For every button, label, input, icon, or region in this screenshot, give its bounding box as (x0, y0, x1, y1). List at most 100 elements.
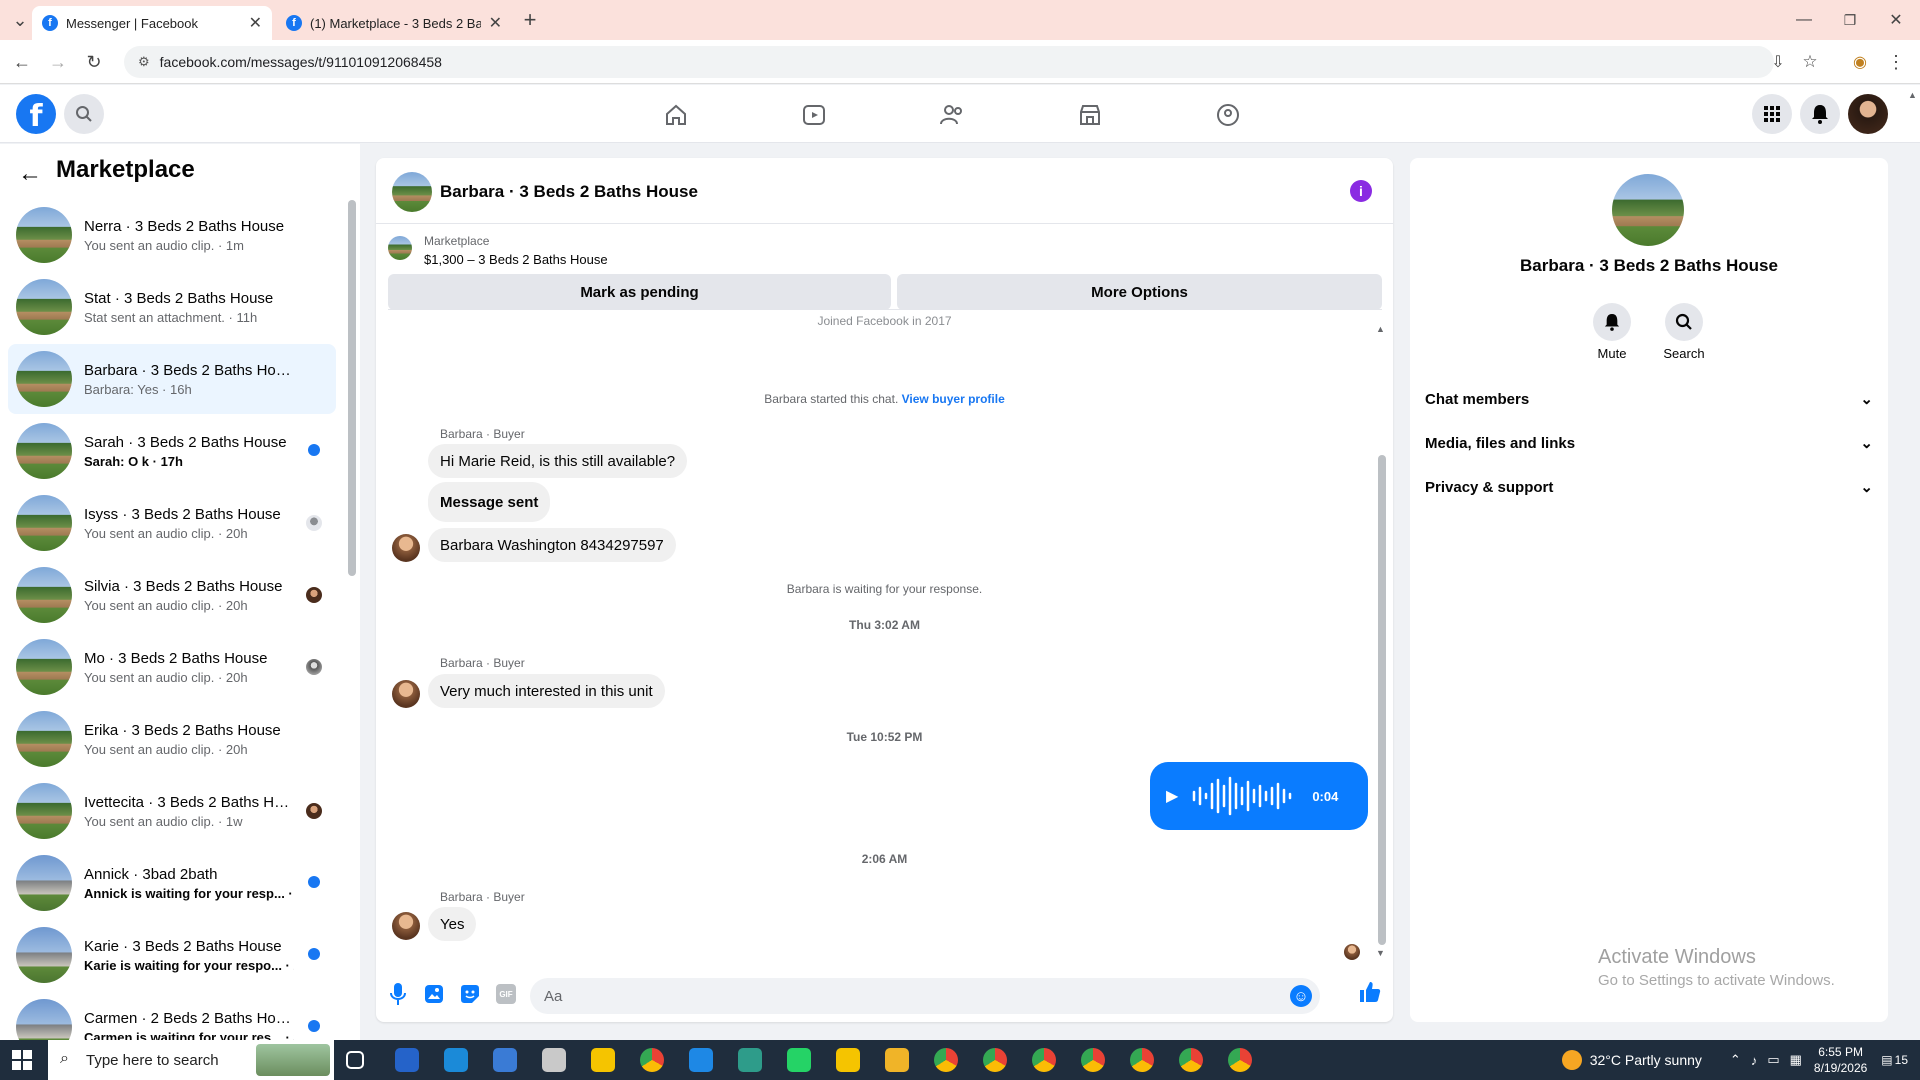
mute-label[interactable]: Mute (1582, 346, 1642, 361)
battery-icon[interactable]: ▭ (1767, 1052, 1779, 1068)
chrome-icon[interactable] (1228, 1048, 1252, 1072)
emoji-icon[interactable]: ☺ (1290, 985, 1312, 1007)
browser-menu-icon[interactable]: ⋮ (1884, 50, 1908, 74)
mark-as-pending-button[interactable]: Mark as pending (388, 274, 891, 310)
close-tab-icon[interactable]: ✕ (489, 13, 502, 33)
search-icon[interactable] (64, 94, 104, 134)
friends-icon[interactable] (922, 100, 982, 130)
chrome-icon[interactable] (983, 1048, 1007, 1072)
whatsapp-icon[interactable] (787, 1048, 811, 1072)
task-view-icon[interactable] (346, 1051, 364, 1069)
taskbar-search-box[interactable]: ⌕ Type here to search (48, 1040, 334, 1080)
media-files-links-section[interactable]: Media, files and links ⌄ (1425, 434, 1873, 453)
privacy-support-section[interactable]: Privacy & support ⌄ (1425, 478, 1873, 497)
conversation-item[interactable]: Nerra · 3 Beds 2 Baths House You sent an … (8, 200, 336, 270)
message-bubble[interactable]: Very much interested in this unit (428, 674, 665, 708)
bookmark-star-icon[interactable]: ☆ (1798, 50, 1822, 74)
address-bar[interactable]: ⚙ facebook.com/messages/t/91101091206845… (124, 46, 1774, 78)
close-window-button[interactable]: ✕ (1884, 8, 1908, 32)
marketplace-icon[interactable] (1060, 100, 1120, 130)
view-buyer-profile-link[interactable]: View buyer profile (902, 392, 1005, 406)
app-icon[interactable] (836, 1048, 860, 1072)
listing-thumbnail[interactable] (392, 172, 432, 212)
conversation-item[interactable]: Silvia · 3 Beds 2 Baths House You sent an… (8, 560, 336, 630)
message-bubble[interactable]: Yes (428, 907, 477, 941)
speaker-icon[interactable]: ♪ (1751, 1053, 1758, 1068)
weather-icon[interactable] (1561, 1050, 1582, 1070)
forward-arrow-icon[interactable]: → (46, 50, 70, 74)
conversation-photo[interactable] (1612, 174, 1684, 246)
search-label[interactable]: Search (1654, 346, 1714, 361)
chrome-icon[interactable] (934, 1048, 958, 1072)
conversation-item[interactable]: Stat · 3 Beds 2 Baths House Stat sent an … (8, 272, 336, 342)
chrome-icon[interactable] (640, 1048, 664, 1072)
conversation-item[interactable]: Ivettecita · 3 Beds 2 Baths Ho... You sen… (8, 776, 336, 846)
site-info-icon[interactable]: ⚙ (138, 54, 150, 70)
tab-list-dropdown-icon[interactable]: ⌄ (8, 8, 32, 32)
chrome-icon[interactable] (1081, 1048, 1105, 1072)
chrome-icon[interactable] (1179, 1048, 1203, 1072)
clock[interactable]: 6:55 PM 8/19/2026 (1814, 1044, 1867, 1076)
notifications-bell-icon[interactable] (1800, 94, 1840, 134)
conversation-item[interactable]: Karie · 3 Beds 2 Baths House Karie is wai… (8, 920, 336, 990)
back-arrow-icon[interactable]: ← (10, 50, 34, 74)
outlook-icon[interactable] (395, 1048, 419, 1072)
page-scroll-up-icon[interactable]: ▲ (1908, 90, 1917, 100)
conversation-item[interactable]: Barbara · 3 Beds 2 Baths House Barbara: Y… (8, 344, 336, 414)
edge-icon[interactable] (444, 1048, 468, 1072)
photo-icon[interactable] (424, 984, 444, 1009)
app-icon[interactable] (689, 1048, 713, 1072)
chrome-icon[interactable] (1032, 1048, 1056, 1072)
chat-scrollbar-thumb[interactable] (1378, 455, 1386, 945)
left-scrollbar-thumb[interactable] (348, 200, 356, 576)
scroll-up-arrow-icon[interactable]: ▲ (1376, 324, 1385, 334)
app-icon[interactable] (738, 1048, 762, 1072)
conversation-item[interactable]: Sarah · 3 Beds 2 Baths House Sarah: O k ·… (8, 416, 336, 486)
more-options-button[interactable]: More Options (897, 274, 1382, 310)
weather-text[interactable]: 32°C Partly sunny (1590, 1052, 1702, 1068)
conversation-item[interactable]: Erika · 3 Beds 2 Baths House You sent an … (8, 704, 336, 774)
conversation-item[interactable]: Isyss · 3 Beds 2 Baths House You sent an … (8, 488, 336, 558)
groups-icon[interactable] (1198, 100, 1258, 130)
facebook-logo-icon[interactable]: f (16, 94, 56, 134)
chrome-icon[interactable] (1130, 1048, 1154, 1072)
account-avatar[interactable] (1848, 94, 1888, 134)
conversation-item[interactable]: Annick · 3bad 2bath Annick is waiting for… (8, 848, 336, 918)
conversation-item[interactable]: Mo · 3 Beds 2 Baths House You sent an aud… (8, 632, 336, 702)
message-bubble[interactable]: Hi Marie Reid, is this still available? (428, 444, 688, 478)
message-bubble[interactable]: Message sent (428, 482, 551, 522)
back-arrow-icon[interactable]: ← (18, 160, 42, 188)
network-icon[interactable]: ▦ (1790, 1052, 1802, 1068)
listing-detail[interactable]: $1,300 – 3 Beds 2 Baths House (424, 252, 608, 267)
sticker-icon[interactable] (460, 984, 480, 1009)
menu-grid-icon[interactable] (1752, 94, 1792, 134)
info-icon[interactable]: i (1350, 180, 1372, 202)
chevron-up-icon[interactable]: ⌃ (1730, 1052, 1741, 1068)
video-icon[interactable] (784, 100, 844, 130)
sender-avatar[interactable] (392, 534, 420, 562)
sender-avatar[interactable] (392, 912, 420, 940)
search-icon[interactable] (1665, 303, 1703, 341)
profile-icon[interactable]: ◉ (1848, 50, 1872, 74)
mute-bell-icon[interactable] (1593, 303, 1631, 341)
minimize-window-button[interactable]: — (1792, 8, 1816, 32)
thumbs-up-like-icon[interactable] (1358, 980, 1382, 1009)
restore-window-button[interactable]: ❐ (1838, 8, 1862, 32)
store-icon[interactable] (493, 1048, 517, 1072)
sticky-notes-icon[interactable] (591, 1048, 615, 1072)
chat-title[interactable]: Barbara · 3 Beds 2 Baths House (440, 182, 698, 202)
message-bubble[interactable]: Barbara Washington 8434297597 (428, 528, 676, 562)
tab-messenger[interactable]: f Messenger | Facebook ✕ (32, 6, 272, 40)
play-icon[interactable]: ▶ (1166, 786, 1178, 806)
home-icon[interactable] (646, 100, 706, 130)
app-icon[interactable] (542, 1048, 566, 1072)
windows-start-icon[interactable] (12, 1050, 32, 1075)
scroll-down-arrow-icon[interactable]: ▼ (1376, 948, 1385, 958)
message-input[interactable]: Aa ☺ (530, 978, 1320, 1014)
notification-center-icon[interactable]: ▤ 15 (1881, 1053, 1908, 1067)
audio-message[interactable]: ▶ 0:04 (1150, 762, 1368, 830)
microphone-icon[interactable] (388, 982, 408, 1011)
chat-members-section[interactable]: Chat members ⌄ (1425, 390, 1873, 409)
new-tab-button[interactable]: + (518, 7, 542, 32)
gif-icon[interactable]: GIF (496, 984, 516, 1004)
